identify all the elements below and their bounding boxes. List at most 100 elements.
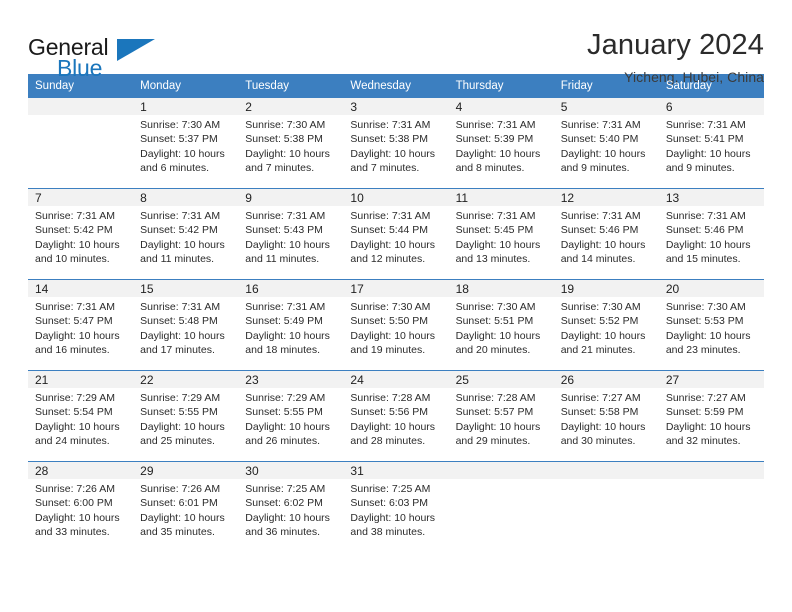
day-details: Sunrise: 7:31 AM Sunset: 5:46 PM Daylight:… (554, 206, 659, 266)
sunset-time: Sunset: 5:56 PM (350, 406, 429, 419)
calendar-day-cell-empty (553, 461, 659, 552)
calendar-day-cell[interactable]: 13 Sunrise: 7:31 AM Sunset: 5:46 PM Dayligh… (658, 188, 764, 280)
sunset-time: Sunset: 5:48 PM (140, 315, 218, 328)
day-cell-inner: 19 Sunrise: 7:30 AM Sunset: 5:52 PM Dayligh… (553, 280, 659, 370)
calendar-day-cell[interactable]: 8 Sunrise: 7:31 AM Sunset: 5:42 PM Daylight… (133, 188, 239, 280)
calendar-day-cell[interactable]: 18 Sunrise: 7:30 AM Sunset: 5:51 PM Dayligh… (448, 279, 554, 371)
day-cell-inner (28, 98, 134, 188)
daylight-duration-line1: Daylight: 10 hours (560, 238, 646, 251)
calendar-day-cell[interactable]: 4 Sunrise: 7:31 AM Sunset: 5:39 PM Daylight… (448, 98, 554, 189)
calendar-day-cell[interactable]: 29 Sunrise: 7:26 AM Sunset: 6:01 PM Dayligh… (133, 461, 239, 552)
general-blue-logo[interactable]: General Blue (28, 28, 158, 82)
weekday-header-thursday: Thursday (448, 74, 554, 98)
day-details: Sunrise: 7:30 AM Sunset: 5:38 PM Daylight:… (238, 115, 343, 175)
calendar-week-row: 14 Sunrise: 7:31 AM Sunset: 5:47 PM Dayligh… (28, 279, 764, 371)
calendar-day-cell[interactable]: 20 Sunrise: 7:30 AM Sunset: 5:53 PM Dayligh… (658, 279, 764, 371)
sunrise-sunset-calendar: Sunday Monday Tuesday Wednesday Thursday… (28, 74, 764, 552)
calendar-day-cell[interactable]: 31 Sunrise: 7:25 AM Sunset: 6:03 PM Dayligh… (343, 461, 449, 552)
sunrise-time: Sunrise: 7:31 AM (140, 210, 221, 222)
calendar-day-cell[interactable]: 16 Sunrise: 7:31 AM Sunset: 5:49 PM Dayligh… (238, 279, 344, 371)
sunrise-time: Sunrise: 7:30 AM (665, 301, 746, 313)
day-number: 3 (343, 98, 449, 115)
day-number: 1 (133, 98, 239, 115)
calendar-day-cell[interactable]: 3 Sunrise: 7:31 AM Sunset: 5:38 PM Daylight… (343, 98, 449, 189)
day-number (28, 98, 134, 115)
day-details: Sunrise: 7:31 AM Sunset: 5:43 PM Daylight:… (238, 206, 343, 266)
day-details: Sunrise: 7:31 AM Sunset: 5:45 PM Daylight:… (449, 206, 554, 266)
daylight-duration-line2: and 9 minutes. (560, 161, 630, 174)
day-details: Sunrise: 7:30 AM Sunset: 5:52 PM Daylight:… (554, 297, 659, 357)
sunset-time: Sunset: 5:38 PM (245, 133, 323, 146)
calendar-day-cell[interactable]: 11 Sunrise: 7:31 AM Sunset: 5:45 PM Dayligh… (448, 188, 554, 280)
daylight-duration-line2: and 32 minutes. (665, 434, 741, 447)
day-cell-inner: 7 Sunrise: 7:31 AM Sunset: 5:42 PM Daylight… (28, 189, 134, 279)
calendar-day-cell[interactable]: 27 Sunrise: 7:27 AM Sunset: 5:59 PM Dayligh… (658, 370, 764, 462)
day-cell-inner: 16 Sunrise: 7:31 AM Sunset: 5:49 PM Dayligh… (238, 280, 344, 370)
day-details: Sunrise: 7:27 AM Sunset: 5:59 PM Daylight:… (659, 388, 764, 448)
calendar-day-cell[interactable]: 28 Sunrise: 7:26 AM Sunset: 6:00 PM Dayligh… (28, 461, 134, 552)
daylight-duration-line2: and 20 minutes. (455, 343, 531, 356)
sunrise-time: Sunrise: 7:26 AM (140, 483, 221, 495)
daylight-duration-line1: Daylight: 10 hours (455, 329, 541, 342)
day-details: Sunrise: 7:31 AM Sunset: 5:46 PM Daylight:… (659, 206, 764, 266)
day-cell-inner: 9 Sunrise: 7:31 AM Sunset: 5:43 PM Daylight… (238, 189, 344, 279)
daylight-duration-line1: Daylight: 10 hours (350, 511, 436, 524)
day-number: 15 (133, 280, 239, 297)
calendar-day-cell[interactable]: 26 Sunrise: 7:27 AM Sunset: 5:58 PM Dayligh… (553, 370, 659, 462)
calendar-week-row: 7 Sunrise: 7:31 AM Sunset: 5:42 PM Daylight… (28, 188, 764, 280)
day-cell-inner: 5 Sunrise: 7:31 AM Sunset: 5:40 PM Daylight… (553, 98, 659, 188)
calendar-day-cell[interactable]: 22 Sunrise: 7:29 AM Sunset: 5:55 PM Dayligh… (133, 370, 239, 462)
sunset-time: Sunset: 5:40 PM (560, 133, 639, 146)
day-number: 14 (28, 280, 134, 297)
calendar-day-cell[interactable]: 21 Sunrise: 7:29 AM Sunset: 5:54 PM Dayligh… (28, 370, 134, 462)
sunset-time: Sunset: 5:43 PM (245, 224, 323, 237)
daylight-duration-line2: and 21 minutes. (560, 343, 636, 356)
calendar-day-cell[interactable]: 14 Sunrise: 7:31 AM Sunset: 5:47 PM Dayligh… (28, 279, 134, 371)
calendar-day-cell[interactable]: 23 Sunrise: 7:29 AM Sunset: 5:55 PM Dayligh… (238, 370, 344, 462)
day-cell-inner: 18 Sunrise: 7:30 AM Sunset: 5:51 PM Dayligh… (448, 280, 554, 370)
sunset-time: Sunset: 6:03 PM (350, 497, 429, 510)
day-cell-inner: 12 Sunrise: 7:31 AM Sunset: 5:46 PM Dayligh… (553, 189, 659, 279)
day-number: 4 (448, 98, 554, 115)
calendar-day-cell[interactable]: 30 Sunrise: 7:25 AM Sunset: 6:02 PM Dayligh… (238, 461, 344, 552)
day-details: Sunrise: 7:25 AM Sunset: 6:03 PM Daylight:… (343, 479, 448, 539)
day-number (553, 462, 659, 479)
sunset-time: Sunset: 5:53 PM (665, 315, 744, 328)
day-details: Sunrise: 7:31 AM Sunset: 5:44 PM Daylight:… (343, 206, 448, 266)
daylight-duration-line1: Daylight: 10 hours (560, 147, 646, 160)
calendar-day-cell[interactable]: 12 Sunrise: 7:31 AM Sunset: 5:46 PM Dayligh… (553, 188, 659, 280)
calendar-day-cell[interactable]: 19 Sunrise: 7:30 AM Sunset: 5:52 PM Dayligh… (553, 279, 659, 371)
day-number: 16 (238, 280, 344, 297)
day-details (554, 479, 659, 482)
daylight-duration-line2: and 28 minutes. (350, 434, 426, 447)
daylight-duration-line1: Daylight: 10 hours (245, 238, 330, 251)
calendar-day-cell[interactable]: 10 Sunrise: 7:31 AM Sunset: 5:44 PM Dayligh… (343, 188, 449, 280)
day-number: 24 (343, 371, 449, 388)
daylight-duration-line2: and 12 minutes. (350, 252, 426, 265)
calendar-day-cell[interactable]: 1 Sunrise: 7:30 AM Sunset: 5:37 PM Daylight… (133, 98, 239, 189)
sunset-time: Sunset: 5:55 PM (245, 406, 323, 419)
calendar-day-cell[interactable]: 17 Sunrise: 7:30 AM Sunset: 5:50 PM Dayligh… (343, 279, 449, 371)
daylight-duration-line1: Daylight: 10 hours (35, 329, 120, 342)
calendar-day-cell[interactable]: 9 Sunrise: 7:31 AM Sunset: 5:43 PM Daylight… (238, 188, 344, 280)
sunrise-time: Sunrise: 7:31 AM (245, 210, 326, 222)
calendar-day-cell[interactable]: 6 Sunrise: 7:31 AM Sunset: 5:41 PM Daylight… (658, 98, 764, 189)
daylight-duration-line2: and 16 minutes. (35, 343, 110, 356)
calendar-day-cell[interactable]: 7 Sunrise: 7:31 AM Sunset: 5:42 PM Daylight… (28, 188, 134, 280)
calendar-day-cell[interactable]: 25 Sunrise: 7:28 AM Sunset: 5:57 PM Dayligh… (448, 370, 554, 462)
calendar-day-cell[interactable]: 2 Sunrise: 7:30 AM Sunset: 5:38 PM Daylight… (238, 98, 344, 189)
day-number: 22 (133, 371, 239, 388)
daylight-duration-line2: and 14 minutes. (560, 252, 636, 265)
calendar-day-cell[interactable]: 5 Sunrise: 7:31 AM Sunset: 5:40 PM Daylight… (553, 98, 659, 189)
sunset-time: Sunset: 5:59 PM (665, 406, 744, 419)
calendar-week-row: 28 Sunrise: 7:26 AM Sunset: 6:00 PM Dayligh… (28, 461, 764, 552)
day-details: Sunrise: 7:26 AM Sunset: 6:01 PM Daylight:… (133, 479, 238, 539)
calendar-day-cell[interactable]: 15 Sunrise: 7:31 AM Sunset: 5:48 PM Dayligh… (133, 279, 239, 371)
daylight-duration-line1: Daylight: 10 hours (350, 420, 436, 433)
calendar-day-cell[interactable]: 24 Sunrise: 7:28 AM Sunset: 5:56 PM Dayligh… (343, 370, 449, 462)
daylight-duration-line2: and 36 minutes. (245, 525, 320, 538)
daylight-duration-line2: and 18 minutes. (245, 343, 320, 356)
daylight-duration-line1: Daylight: 10 hours (245, 420, 330, 433)
calendar-day-cell-empty (28, 98, 134, 189)
day-cell-inner: 10 Sunrise: 7:31 AM Sunset: 5:44 PM Dayligh… (343, 189, 449, 279)
